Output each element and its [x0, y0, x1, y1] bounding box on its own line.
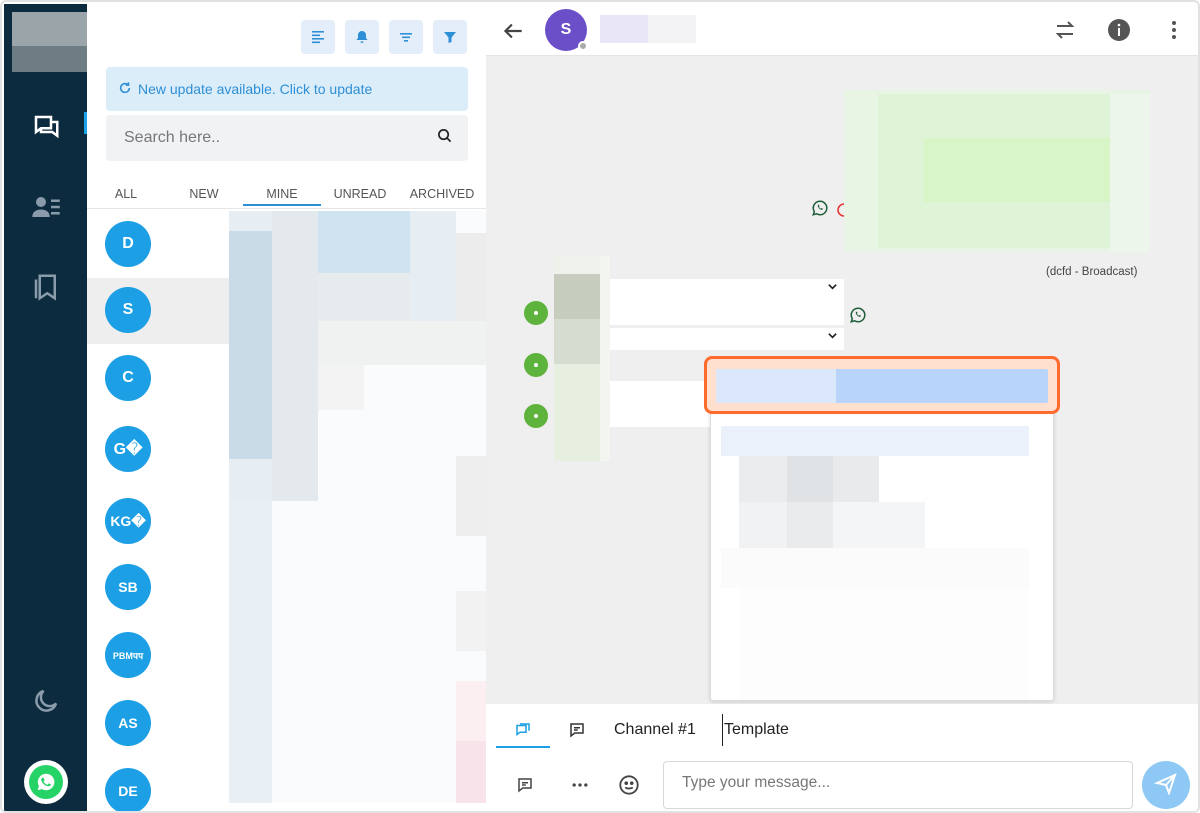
- blurred-dropdown-options: [721, 426, 1029, 700]
- whatsapp-icon[interactable]: [24, 760, 68, 804]
- message-input[interactable]: [682, 774, 1114, 798]
- message-composer: Channel #1 Template: [486, 704, 1198, 811]
- refresh-icon: [118, 81, 132, 98]
- status-dot: [578, 41, 588, 51]
- selected-template-option[interactable]: [704, 356, 1060, 414]
- blurred-message-sender: [554, 256, 610, 461]
- avatar: SB: [105, 564, 151, 610]
- highlighted-option[interactable]: [716, 369, 1048, 403]
- tab-channel-1[interactable]: Channel #1: [614, 714, 696, 746]
- message-input-box: [663, 761, 1133, 809]
- message-select-1[interactable]: [610, 279, 844, 325]
- tab-mine[interactable]: MINE: [243, 184, 321, 206]
- tab-archived[interactable]: ARCHIVED: [399, 184, 485, 206]
- chevron-down-icon: [827, 281, 838, 295]
- chevron-down-icon: [827, 330, 838, 344]
- agent-avatar: [524, 301, 548, 325]
- conversation-tabs: ALL NEW MINE UNREAD ARCHIVED: [87, 184, 486, 210]
- avatar: PBMपप: [105, 632, 151, 678]
- agent-avatar: [524, 353, 548, 377]
- message-select-3[interactable]: [610, 381, 710, 427]
- send-icon: [1153, 771, 1178, 800]
- tab-all[interactable]: ALL: [87, 184, 165, 206]
- app-window: New update available. Click to update AL…: [0, 0, 1200, 813]
- chat-header: S: [486, 4, 1198, 56]
- chat-panel: S (dcfd - Broadcast) Channel #1 Template…: [486, 4, 1198, 811]
- sort-icon[interactable]: [389, 20, 423, 54]
- search-box: [106, 115, 468, 161]
- moon-icon[interactable]: [26, 681, 66, 721]
- note-icon[interactable]: [512, 772, 538, 798]
- avatar: S: [105, 287, 151, 333]
- whatsapp-icon: [811, 199, 829, 217]
- message-select-2[interactable]: [610, 328, 844, 350]
- contacts-icon[interactable]: [26, 187, 66, 227]
- search-input[interactable]: [124, 129, 437, 147]
- broadcast-caption: (dcfd - Broadcast): [1046, 266, 1138, 278]
- agent-avatar: [524, 404, 548, 428]
- avatar: G�: [105, 426, 151, 472]
- chat-bubbles-icon[interactable]: [26, 107, 66, 147]
- avatar: KG�: [105, 498, 151, 544]
- more-vertical-icon[interactable]: [1161, 17, 1187, 43]
- info-icon[interactable]: [1106, 17, 1132, 43]
- tab-unread[interactable]: UNREAD: [321, 184, 399, 206]
- status-icon: [836, 202, 845, 220]
- avatar: DE: [105, 768, 151, 811]
- filter-icon[interactable]: [433, 20, 467, 54]
- tab-template[interactable]: Template: [722, 714, 789, 746]
- broadcast-image[interactable]: [844, 90, 1150, 252]
- align-left-icon[interactable]: [301, 20, 335, 54]
- avatar: D: [105, 221, 151, 267]
- tab-new[interactable]: NEW: [165, 184, 243, 206]
- whatsapp-icon: [849, 306, 867, 324]
- swap-icon[interactable]: [1052, 17, 1078, 43]
- update-banner-text: New update available. Click to update: [138, 81, 373, 97]
- more-dots-icon[interactable]: [567, 772, 593, 798]
- avatar: C: [105, 355, 151, 401]
- update-banner[interactable]: New update available. Click to update: [106, 67, 468, 111]
- chat-icon[interactable]: [508, 714, 538, 746]
- active-tab-underline: [496, 746, 550, 748]
- template-dropdown[interactable]: [710, 367, 1054, 701]
- back-arrow-icon[interactable]: [500, 18, 526, 44]
- tabs-divider: [87, 208, 486, 209]
- left-rail: [4, 4, 87, 811]
- note-icon[interactable]: [562, 714, 592, 746]
- emoji-icon[interactable]: [616, 772, 642, 798]
- bell-icon[interactable]: [345, 20, 379, 54]
- send-button[interactable]: [1142, 761, 1190, 809]
- bookmark-icon[interactable]: [26, 267, 66, 307]
- search-icon[interactable]: [437, 128, 452, 148]
- conversation-list-panel: New update available. Click to update AL…: [87, 4, 553, 811]
